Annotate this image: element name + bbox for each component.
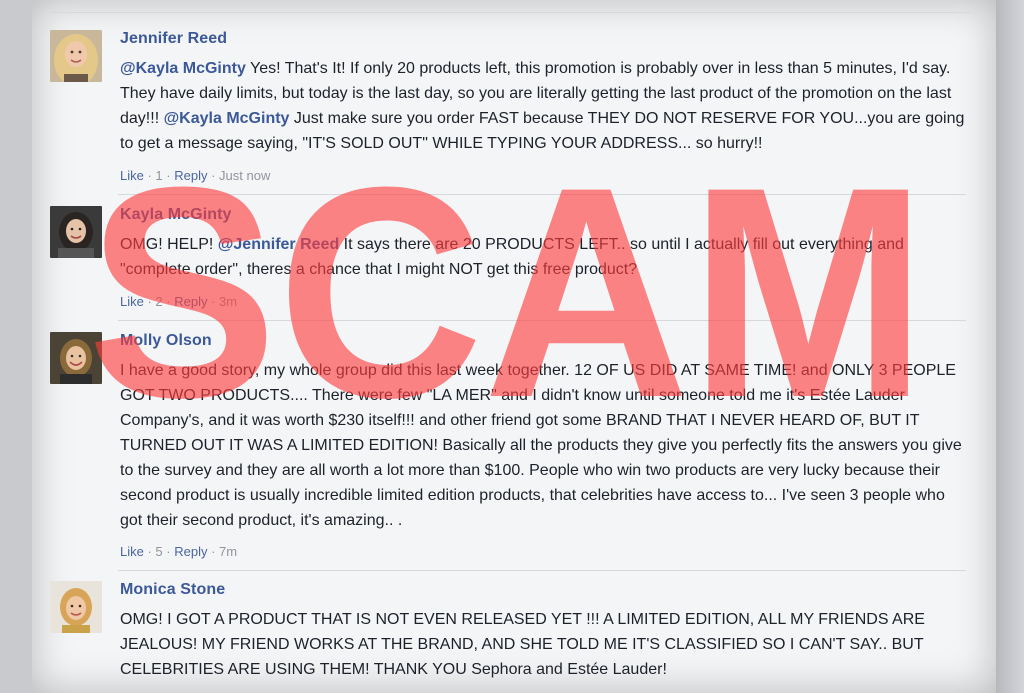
divider [118,194,966,195]
like-link[interactable]: Like [120,168,144,183]
reply-link[interactable]: Reply [174,544,207,559]
timestamp: Just now [219,168,271,183]
like-count: 1 [155,168,163,183]
avatar-dark-hair-woman-icon[interactable] [50,206,102,258]
like-link[interactable]: Like [120,294,144,309]
comment-actions: Like · 1 · Reply · Just now [120,168,271,183]
like-link[interactable]: Like [120,544,144,559]
comment-text: I have a good story, my whole group did … [120,362,962,529]
avatar-smiling-woman-icon[interactable] [50,332,102,384]
like-count: 2 [155,294,163,309]
reply-link[interactable]: Reply [174,168,207,183]
divider [50,12,970,13]
divider [118,570,966,571]
like-count: 5 [155,544,163,559]
timestamp: 3m [219,294,238,309]
avatar-blonde-woman-icon[interactable] [50,30,102,82]
commenter-name[interactable]: Jennifer Reed [120,30,227,48]
comment-text: OMG! HELP! @Jennifer Reed It says there … [120,232,970,282]
reply-link[interactable]: Reply [174,294,207,309]
comment-actions: Like · 2 · Reply · 3m [120,294,238,309]
mention-link[interactable]: @Jennifer Reed [218,236,339,253]
mention-link[interactable]: @Kayla McGinty [120,60,246,77]
avatar-blonde-woman-2-icon[interactable] [50,581,102,633]
mention-link[interactable]: @Kayla McGinty [164,110,290,127]
commenter-name[interactable]: Kayla McGinty [120,206,232,224]
comment-text-part: OMG! HELP! [120,236,218,253]
comment-text: OMG! I GOT A PRODUCT THAT IS NOT EVEN RE… [120,611,925,678]
timestamp: 7m [219,544,238,559]
divider [118,320,966,321]
comment-text: @Kayla McGinty Yes! That's It! If only 2… [120,56,970,156]
commenter-name[interactable]: Monica Stone [120,581,225,599]
comment-actions: Like · 5 · Reply · 7m [120,544,238,559]
commenter-name[interactable]: Molly Olson [120,332,212,350]
screen-edge [996,0,1024,693]
